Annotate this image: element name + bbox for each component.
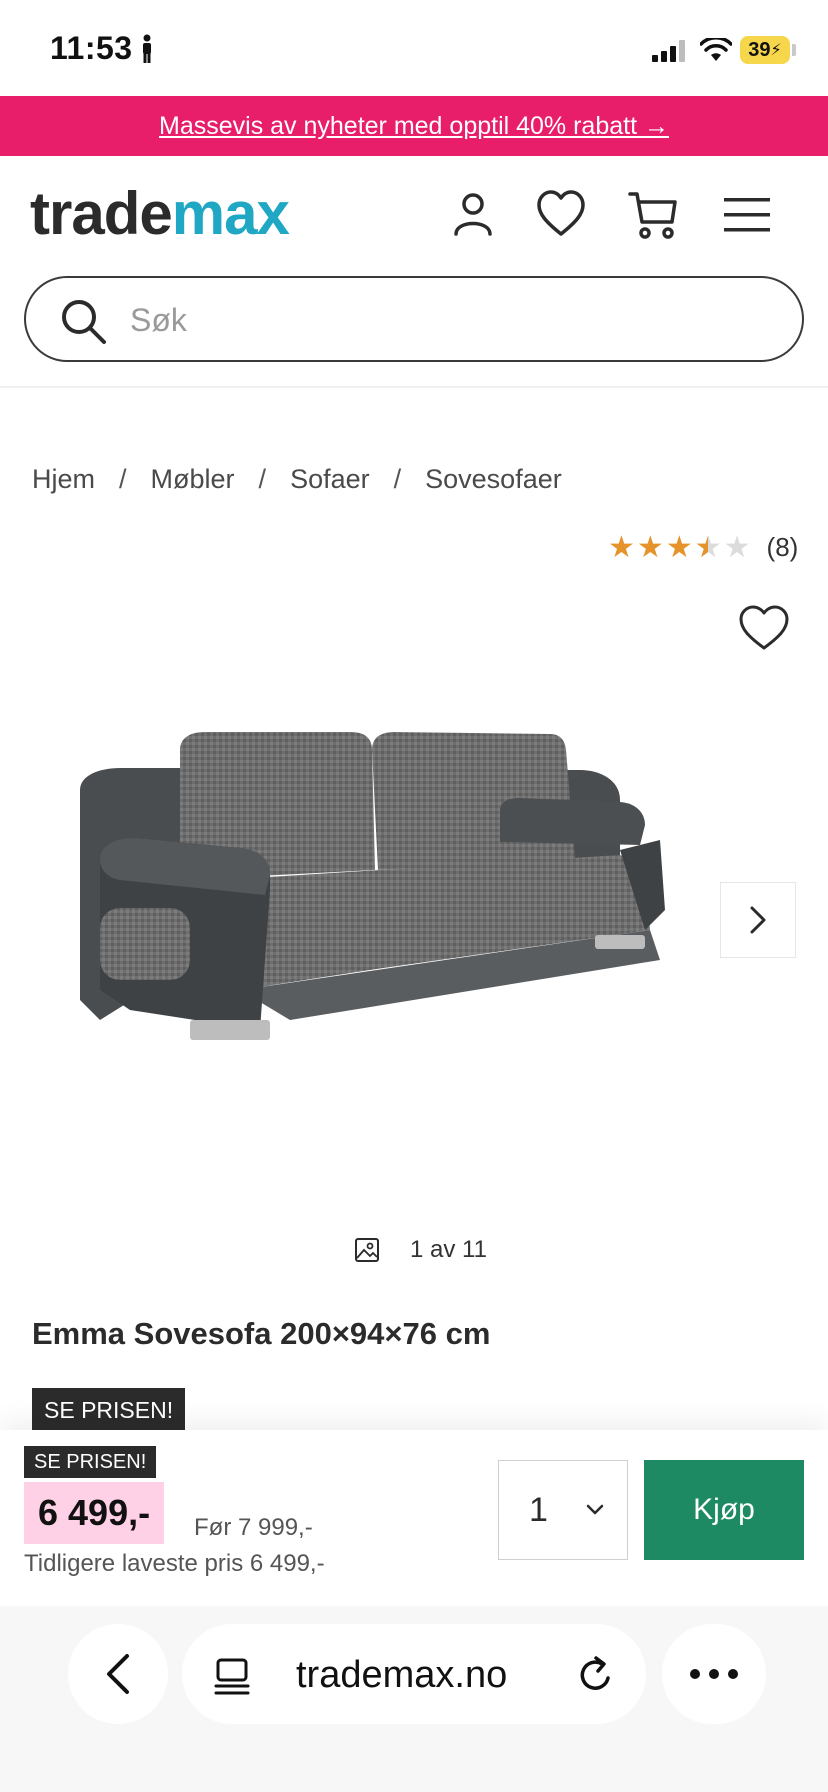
hamburger-menu-icon[interactable] [722, 188, 772, 242]
product-rating[interactable]: ★ ★ ★ ★ ★ (8) [608, 532, 798, 563]
chevron-down-icon [586, 1504, 604, 1515]
breadcrumb-item-sofaer[interactable]: Sofaer [290, 464, 370, 495]
buy-button[interactable]: Kjøp [644, 1460, 804, 1560]
ellipsis-icon [690, 1669, 738, 1679]
more-options-button[interactable] [662, 1624, 766, 1724]
chevron-left-icon [107, 1654, 129, 1694]
star-icon: ★ [608, 530, 635, 564]
reload-icon[interactable] [574, 1654, 616, 1696]
image-counter: 1 av 11 [354, 1236, 487, 1264]
image-counter-text: 1 av 11 [410, 1236, 487, 1263]
header-divider [0, 386, 828, 388]
breadcrumb: Hjem / Møbler / Sofaer / Sovesofaer [32, 464, 562, 495]
address-bar[interactable]: trademax.no [182, 1624, 646, 1724]
browser-back-button[interactable] [68, 1624, 168, 1724]
breadcrumb-separator: / [393, 464, 402, 494]
logo-part-max: max [171, 180, 290, 247]
person-icon [143, 34, 151, 63]
star-icon: ★ [665, 530, 693, 564]
product-title: Emma Sovesofa 200×94×76 cm [32, 1316, 491, 1351]
wishlist-heart-icon[interactable] [536, 188, 586, 242]
trademax-logo[interactable]: trademax [30, 184, 290, 244]
empty-star-icon: ★ [723, 530, 751, 564]
browser-toolbar: trademax.no [0, 1606, 828, 1792]
breadcrumb-separator: / [119, 464, 127, 494]
gallery-icon [355, 1238, 379, 1262]
current-price: 6 499,- [24, 1482, 165, 1544]
review-count[interactable]: (8) [767, 532, 799, 563]
site-header: trademax [0, 156, 828, 266]
quantity-value: 1 [529, 1491, 548, 1529]
sticky-buy-bar: SE PRISEN! 6 499,- Før 7 999,- Tidligere… [0, 1430, 828, 1606]
status-time: 11:53 [50, 30, 133, 66]
breadcrumb-item-sovesofaer[interactable]: Sovesofaer [425, 464, 562, 495]
status-bar: 11:53 39 ⚡ [0, 0, 828, 96]
lowest-price-note: Tidligere laveste pris 6 499,- [24, 1550, 325, 1577]
search-bar[interactable] [24, 276, 804, 362]
breadcrumb-separator: / [258, 464, 267, 494]
user-icon[interactable] [448, 188, 498, 242]
breadcrumb-item-hjem[interactable]: Hjem [32, 464, 95, 495]
search-icon [62, 300, 106, 344]
battery-icon: 39 ⚡ [740, 36, 790, 64]
cellular-signal-icon [652, 40, 685, 62]
url-text[interactable]: trademax.no [296, 1654, 507, 1697]
search-input[interactable] [130, 298, 730, 342]
promo-link[interactable]: Massevis av nyheter med opptil 40% rabat… [159, 112, 669, 141]
quantity-select[interactable]: 1 [498, 1460, 628, 1560]
add-to-wishlist-heart-icon[interactable] [738, 604, 790, 652]
cart-icon[interactable] [628, 188, 678, 242]
chevron-right-icon [750, 906, 766, 934]
logo-part-trade: trade [30, 180, 173, 247]
star-icon: ★ [636, 530, 664, 564]
half-star-icon: ★ [695, 532, 722, 563]
tab-overview-icon [214, 1658, 250, 1695]
promo-banner[interactable]: Massevis av nyheter med opptil 40% rabat… [0, 96, 828, 156]
product-image-sofa[interactable] [60, 730, 760, 1100]
previous-price: Før 7 999,- [194, 1514, 313, 1541]
see-price-badge: SE PRISEN! [32, 1388, 186, 1432]
see-price-badge: SE PRISEN! [24, 1446, 157, 1478]
battery-level: 39 [748, 38, 771, 61]
breadcrumb-item-mobler[interactable]: Møbler [151, 464, 235, 495]
wifi-icon [700, 38, 732, 61]
next-image-button[interactable] [720, 882, 796, 958]
battery-cap [792, 44, 796, 56]
